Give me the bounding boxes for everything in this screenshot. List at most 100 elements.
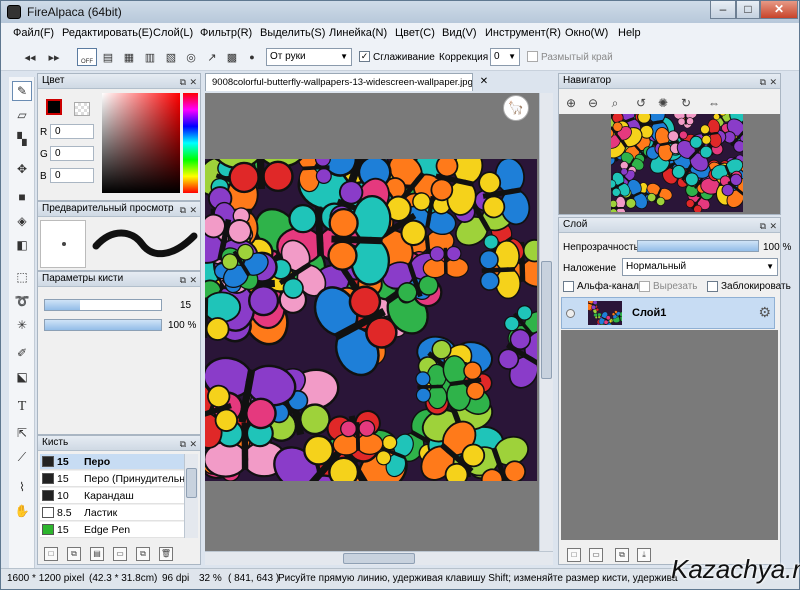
snap-radial-icon[interactable]: ▧ xyxy=(162,48,180,66)
pen-tool-icon[interactable]: ✎ xyxy=(12,81,32,101)
select-eraser-tool-icon[interactable]: ⬕ xyxy=(12,367,32,387)
close-icon[interactable]: ✕ xyxy=(189,203,197,217)
r-input[interactable]: 0 xyxy=(50,124,94,139)
float-icon[interactable]: ⧉ xyxy=(180,437,186,451)
close-icon[interactable]: ✕ xyxy=(189,273,197,287)
transparent-color-swatch[interactable] xyxy=(74,102,90,116)
saturation-value-picker[interactable] xyxy=(102,93,180,193)
snap-edit-icon[interactable]: ▩ xyxy=(223,48,241,66)
float-icon[interactable]: ⧉ xyxy=(760,219,766,233)
merge-down-icon[interactable]: ⤓ xyxy=(637,548,651,562)
new-folder-icon[interactable]: ▭ xyxy=(589,548,603,562)
brush-item[interactable]: 10 Карандаш xyxy=(40,488,184,504)
menu-ruler[interactable]: Линейка(N) xyxy=(329,27,387,39)
zoom-in-icon[interactable]: ⊕ xyxy=(563,95,579,111)
mode-select[interactable]: От руки ▼ xyxy=(266,48,352,66)
close-button[interactable]: ✕ xyxy=(760,1,798,19)
float-icon[interactable]: ⧉ xyxy=(180,75,186,89)
gradient-tool-icon[interactable]: ◧ xyxy=(12,235,32,255)
alpha-channel-checkbox[interactable] xyxy=(563,281,574,292)
brush-list-scrollbar[interactable] xyxy=(184,454,198,538)
copy-brush-icon[interactable]: ⧉ xyxy=(136,547,150,561)
next-icon[interactable]: ▸▸ xyxy=(45,48,63,66)
hue-slider[interactable] xyxy=(183,93,198,193)
menu-filter[interactable]: Фильтр(R) xyxy=(200,27,252,39)
bucket-tool-icon[interactable]: ◈ xyxy=(12,211,32,231)
correction-select[interactable]: 0 ▼ xyxy=(490,48,520,66)
move-tool-icon[interactable]: ✥ xyxy=(12,159,32,179)
zoom-fit-icon[interactable]: ⌕ xyxy=(607,95,623,111)
menu-view[interactable]: Вид(V) xyxy=(442,27,477,39)
snap-parallel-icon[interactable]: ▤ xyxy=(99,48,117,66)
float-icon[interactable]: ⧉ xyxy=(180,273,186,287)
menu-help[interactable]: Help xyxy=(618,27,641,39)
lock-checkbox[interactable] xyxy=(707,281,718,292)
menu-select[interactable]: Выделить(S) xyxy=(260,27,325,39)
close-icon[interactable]: ✕ xyxy=(189,75,197,89)
snap-dot-icon[interactable]: ● xyxy=(243,48,261,66)
blend-mode-select[interactable]: Нормальный ▼ xyxy=(622,258,778,276)
canvas-area[interactable]: 🦙 xyxy=(205,93,553,551)
menu-tool[interactable]: Инструмент(R) xyxy=(485,27,561,39)
folder-icon[interactable]: ▭ xyxy=(113,547,127,561)
prev-icon[interactable]: ◂◂ xyxy=(21,48,39,66)
document-tab[interactable]: 9008colorful-butterfly-wallpapers-13-wid… xyxy=(205,73,473,91)
minimize-button[interactable]: – xyxy=(710,1,736,19)
menu-file[interactable]: Файл(F) xyxy=(13,27,54,39)
operation-tool-icon[interactable]: ⇱ xyxy=(12,423,32,443)
brush-item[interactable]: 15Перо⚙ xyxy=(40,454,184,470)
select-pen-tool-icon[interactable]: ✐ xyxy=(12,343,32,363)
float-icon[interactable]: ⧉ xyxy=(180,203,186,217)
navigator-view[interactable] xyxy=(559,114,780,214)
brush-size-slider[interactable] xyxy=(44,299,162,311)
gear-icon[interactable]: ⚙ xyxy=(758,304,771,321)
brush-item[interactable]: 15 Edge Pen xyxy=(40,522,184,538)
float-icon[interactable]: ⧉ xyxy=(760,75,766,89)
canvas-hscroll[interactable] xyxy=(205,551,553,565)
g-input[interactable]: 0 xyxy=(50,146,94,161)
text-tool-icon[interactable]: T xyxy=(12,397,32,417)
snap-circle-icon[interactable]: ◎ xyxy=(182,48,200,66)
close-icon[interactable]: ✕ xyxy=(189,437,197,451)
brush-item[interactable]: 8.5 Ластик xyxy=(40,505,184,521)
smoothing-checkbox[interactable]: ✓ xyxy=(359,51,370,62)
snap-cross-icon[interactable]: ▥ xyxy=(141,48,159,66)
rotate-reset-icon[interactable]: ✺ xyxy=(655,95,671,111)
divide-tool-icon[interactable]: ⟋ xyxy=(12,447,32,467)
snap-off-button[interactable]: OFF xyxy=(77,48,97,66)
maximize-button[interactable]: □ xyxy=(736,1,760,19)
hand-tool-icon[interactable]: ✋ xyxy=(12,501,32,521)
dot-tool-icon[interactable]: ▚ xyxy=(12,129,32,149)
flip-horizontal-icon[interactable]: ⇔ xyxy=(706,95,722,111)
canvas-hscroll-thumb[interactable] xyxy=(343,553,415,564)
menu-window[interactable]: Окно(W) xyxy=(565,27,608,39)
duplicate-brush-icon[interactable]: ⧉ xyxy=(67,547,81,561)
clipping-checkbox[interactable] xyxy=(639,281,650,292)
layer-row[interactable]: Слой1 ⚙ xyxy=(561,297,775,329)
snap-curve-icon[interactable]: ↗ xyxy=(203,48,221,66)
eraser-tool-icon[interactable]: ▱ xyxy=(12,105,32,125)
b-input[interactable]: 0 xyxy=(50,168,94,183)
foreground-color-swatch[interactable] xyxy=(46,99,62,115)
new-layer-icon[interactable]: □ xyxy=(567,548,581,562)
layer-visibility-icon[interactable] xyxy=(566,309,575,318)
scroll-thumb[interactable] xyxy=(186,468,197,498)
close-icon[interactable]: ✕ xyxy=(769,75,777,89)
duplicate-layer-icon[interactable]: ⧉ xyxy=(615,548,629,562)
zoom-out-icon[interactable]: ⊖ xyxy=(585,95,601,111)
new-brush-icon[interactable]: □ xyxy=(44,547,58,561)
delete-brush-icon[interactable]: 🗑 xyxy=(159,547,173,561)
eyedropper-tool-icon[interactable]: ⌇ xyxy=(12,477,32,497)
canvas-vscroll[interactable] xyxy=(539,93,553,551)
brush-opacity-slider[interactable] xyxy=(44,319,162,331)
blur-edge-checkbox[interactable] xyxy=(527,51,538,62)
lasso-tool-icon[interactable]: ➰ xyxy=(12,291,32,311)
magic-wand-tool-icon[interactable]: ✳ xyxy=(12,315,32,335)
menu-color[interactable]: Цвет(C) xyxy=(395,27,435,39)
brush-settings-icon[interactable]: ▤ xyxy=(90,547,104,561)
document-close-button[interactable]: ✕ xyxy=(474,73,494,91)
layer-opacity-slider[interactable] xyxy=(637,240,759,252)
menu-layer[interactable]: Слой(L) xyxy=(153,27,193,39)
brush-item[interactable]: 15 Перо (Принудительн xyxy=(40,471,184,487)
rotate-right-icon[interactable]: ↻ xyxy=(678,95,694,111)
